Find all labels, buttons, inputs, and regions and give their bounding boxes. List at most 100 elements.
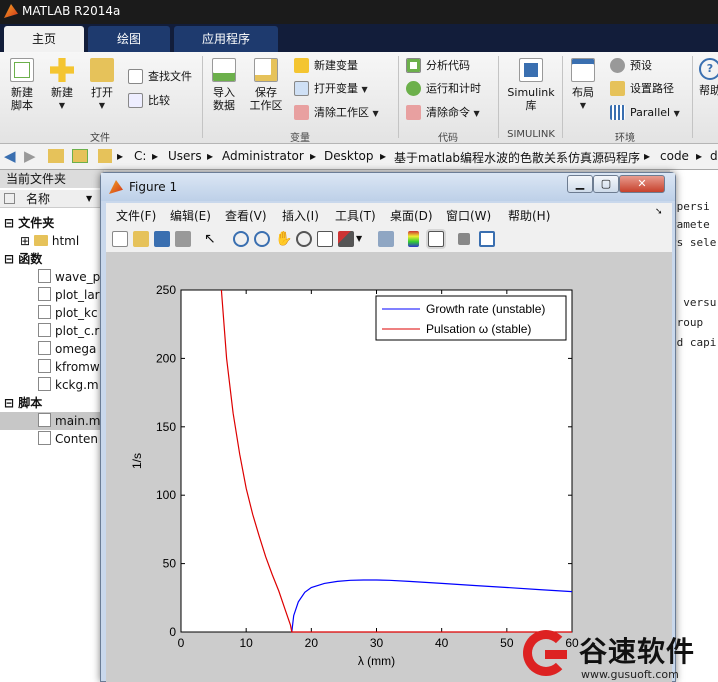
figure-title-bar[interactable]: Figure 1 ▁ ▢ ✕ bbox=[101, 173, 675, 201]
menu-edit[interactable]: 编辑(E) bbox=[170, 207, 211, 224]
new-figure-icon[interactable] bbox=[112, 231, 128, 247]
breadcrumb-drive[interactable]: C: bbox=[134, 149, 146, 163]
forward-arrow-icon[interactable]: ▶ bbox=[24, 147, 36, 165]
tab-plots[interactable]: 绘图 bbox=[88, 26, 170, 52]
tab-apps[interactable]: 应用程序 bbox=[174, 26, 278, 52]
pan-icon[interactable]: ✋ bbox=[275, 231, 292, 247]
breadcrumb-next[interactable]: d bbox=[710, 149, 718, 163]
file-item-selected[interactable]: main.m bbox=[0, 412, 104, 430]
show-plot-tools-icon[interactable] bbox=[479, 231, 495, 247]
breadcrumb-code[interactable]: code bbox=[660, 149, 689, 163]
menu-help[interactable]: 帮助(H) bbox=[508, 207, 550, 224]
close-button[interactable]: ✕ bbox=[619, 175, 665, 193]
plus-icon bbox=[50, 58, 74, 82]
back-arrow-icon[interactable]: ◀ bbox=[4, 147, 16, 165]
maximize-button[interactable]: ▢ bbox=[593, 175, 619, 193]
save-workspace-button[interactable]: 保存 工作区 bbox=[246, 58, 286, 112]
browse-folder-icon[interactable] bbox=[72, 149, 88, 163]
command-window[interactable]: spersi ramete rs sele n versu group nd c… bbox=[670, 170, 718, 682]
name-column-header[interactable]: 名称 ▼ bbox=[0, 190, 104, 208]
help-button[interactable]: ? 帮助 bbox=[696, 58, 718, 97]
import-data-button[interactable]: 导入 数据 bbox=[206, 58, 242, 112]
collapse-icon[interactable]: ⊟ bbox=[4, 396, 18, 410]
compare-button[interactable]: 比较 bbox=[128, 92, 170, 110]
up-folder-icon[interactable] bbox=[48, 149, 64, 163]
file-item[interactable]: kfromw bbox=[38, 358, 100, 376]
layout-button[interactable]: 布局 ▼ bbox=[566, 58, 600, 112]
folder-icon bbox=[90, 58, 114, 82]
menu-tools[interactable]: 工具(T) bbox=[335, 207, 376, 224]
menu-view[interactable]: 查看(V) bbox=[225, 207, 267, 224]
section-functions[interactable]: ⊟ 函数 bbox=[4, 250, 42, 268]
dock-arrow-icon[interactable]: ➘ bbox=[655, 207, 663, 217]
breadcrumb-administrator[interactable]: Administrator bbox=[222, 149, 304, 163]
new-script-button[interactable]: 新建 脚本 bbox=[4, 58, 40, 112]
rotate-icon[interactable] bbox=[296, 231, 312, 247]
file-item[interactable]: plot_kc bbox=[38, 304, 98, 322]
matlab-logo-icon bbox=[4, 4, 18, 18]
section-scripts[interactable]: ⊟ 脚本 bbox=[4, 394, 42, 412]
colorbar-icon[interactable] bbox=[408, 231, 419, 247]
new-button[interactable]: 新建 ▼ bbox=[44, 58, 80, 112]
menu-window[interactable]: 窗口(W) bbox=[446, 207, 491, 224]
section-folders[interactable]: ⊟ 文件夹 bbox=[4, 214, 54, 232]
save-icon[interactable] bbox=[154, 231, 170, 247]
sort-arrow-icon[interactable]: ▼ bbox=[86, 190, 92, 208]
collapse-icon[interactable]: ⊟ bbox=[4, 216, 18, 230]
menu-desktop[interactable]: 桌面(D) bbox=[390, 207, 433, 224]
analyze-code-button[interactable]: 分析代码 bbox=[406, 57, 470, 75]
breadcrumb-separator: ▸ bbox=[117, 149, 124, 163]
y-tick-label: 150 bbox=[156, 420, 176, 434]
find-files-button[interactable]: 查找文件 bbox=[128, 68, 192, 86]
file-item[interactable]: kckg.m bbox=[38, 376, 99, 394]
command-line: rs sele bbox=[670, 236, 717, 249]
file-item[interactable]: plot_c.r bbox=[38, 322, 99, 340]
menu-insert[interactable]: 插入(I) bbox=[282, 207, 319, 224]
run-and-time-button[interactable]: 运行和计时 bbox=[406, 80, 481, 98]
expand-icon[interactable]: ⊞ bbox=[20, 234, 34, 248]
new-variable-button[interactable]: 新建变量 bbox=[294, 57, 358, 75]
clear-workspace-button[interactable]: 清除工作区 ▼ bbox=[294, 104, 379, 122]
command-line: nd capi bbox=[670, 336, 717, 349]
brush-icon[interactable] bbox=[338, 231, 354, 247]
open-icon[interactable] bbox=[133, 231, 149, 247]
brush-dropdown-icon[interactable]: ▼ bbox=[356, 231, 364, 247]
file-item[interactable]: wave_p bbox=[38, 268, 100, 286]
hide-plot-tools-icon[interactable] bbox=[458, 233, 470, 245]
link-icon[interactable] bbox=[378, 231, 394, 247]
checkbox-icon[interactable] bbox=[4, 193, 15, 204]
figure-canvas[interactable]: 0 10 20 30 40 50 60 0 50 100 150 200 250 λ (mm) 1/s … bbox=[106, 253, 672, 682]
plot-svg[interactable]: 0 10 20 30 40 50 60050100150200250 λ (mm) 1/s … bbox=[106, 253, 672, 682]
breadcrumb-project[interactable]: 基于matlab编程水波的色散关系仿真源码程序 bbox=[394, 149, 640, 166]
legend[interactable]: Growth rate (unstable) Pulsation ω (stab… bbox=[375, 295, 567, 341]
print-icon[interactable] bbox=[175, 231, 191, 247]
open-variable-button[interactable]: 打开变量 ▼ bbox=[294, 80, 368, 98]
file-item[interactable]: plot_lar bbox=[38, 286, 100, 304]
ribbon-divider bbox=[692, 56, 693, 138]
file-item[interactable]: Conten bbox=[38, 430, 98, 448]
x-tick-label: 10 bbox=[239, 636, 253, 650]
simulink-library-button[interactable]: Simulink 库 bbox=[502, 58, 560, 112]
legend-icon[interactable] bbox=[428, 231, 444, 247]
set-path-button[interactable]: 设置路径 bbox=[610, 80, 674, 98]
run-and-time-label: 运行和计时 bbox=[426, 82, 481, 95]
axes-area[interactable] bbox=[180, 289, 573, 633]
minimize-button[interactable]: ▁ bbox=[567, 175, 593, 193]
menu-file[interactable]: 文件(F) bbox=[116, 207, 156, 224]
collapse-icon[interactable]: ⊟ bbox=[4, 252, 18, 266]
file-item[interactable]: omega bbox=[38, 340, 96, 358]
preferences-button[interactable]: 预设 bbox=[610, 57, 652, 75]
zoom-out-icon[interactable] bbox=[254, 231, 270, 247]
address-bar: ◀ ▶ ▸ C: ▸ Users ▸ Administrator ▸ Deskt… bbox=[0, 144, 718, 170]
m-file-icon bbox=[38, 305, 51, 319]
folder-item[interactable]: ⊞ html bbox=[20, 232, 79, 250]
tab-home[interactable]: 主页 bbox=[4, 26, 84, 52]
parallel-button[interactable]: Parallel ▼ bbox=[610, 104, 680, 122]
clear-commands-button[interactable]: 清除命令 ▼ bbox=[406, 104, 480, 122]
zoom-in-icon[interactable] bbox=[233, 231, 249, 247]
data-cursor-icon[interactable] bbox=[317, 231, 333, 247]
breadcrumb-users[interactable]: Users bbox=[168, 149, 202, 163]
open-button[interactable]: 打开 ▼ bbox=[84, 58, 120, 112]
pointer-icon[interactable]: ↖ bbox=[204, 231, 220, 247]
breadcrumb-desktop[interactable]: Desktop bbox=[324, 149, 374, 163]
